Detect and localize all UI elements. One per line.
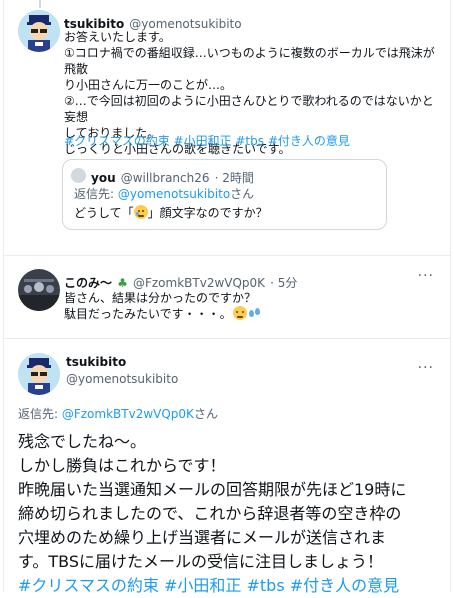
tweet-line: 締め切られましたので、これから辞退者等の空き枠の — [18, 504, 402, 523]
more-icon[interactable]: ··· — [418, 268, 434, 284]
tweet-time[interactable]: · 5分 — [270, 276, 297, 290]
author-name[interactable]: このみ〜 — [64, 276, 112, 290]
tweet-3[interactable]: tsukibito @yomenotsukibito ··· 返信先: @Fzo… — [4, 340, 450, 595]
quoted-tweet[interactable]: you @willbranch26 · 2時間 返信先: @yomenotsuk… — [62, 159, 387, 230]
thread-line — [39, 0, 41, 8]
clover-icon: ♣ — [117, 276, 128, 290]
author-name[interactable]: tsukibito — [66, 355, 178, 369]
avatar[interactable] — [18, 269, 60, 311]
tweet-2[interactable]: このみ〜 ♣ @FzomkBTv2wVQp0K · 5分 ··· 皆さん、結果は… — [4, 256, 450, 339]
tweet-line: 皆さん、結果は分かったのですか？ — [64, 291, 257, 305]
reply-to-link[interactable]: @FzomkBTv2wVQp0K — [62, 407, 194, 421]
tweet-line: しかし勝負はこれからです！ — [18, 456, 226, 475]
reply-prefix: 返信先: — [18, 407, 62, 421]
tired-face-icon — [232, 306, 247, 320]
timeline: tsukibito @yomenotsukibito お答えいたします。 ①コロ… — [3, 0, 451, 595]
tweet-body: 残念でしたね〜。 しかし勝負はこれからです！ 昨晩届いた当選通知メールの回答期限… — [18, 430, 406, 598]
divider — [4, 338, 450, 339]
avatar[interactable] — [18, 353, 60, 395]
quote-text-after: 」顔文字なのですか？ — [147, 206, 268, 220]
tweet-line: ②…で今回は初回のように小田さんひとりで歌われるのではないかと妄想 — [64, 94, 434, 124]
tweet-line: 駄目だったみたいです・・・。 — [64, 307, 232, 321]
quote-author-name: you — [91, 171, 116, 185]
avatar-photo — [18, 269, 60, 311]
tweet-line: 昨晩届いた当選通知メールの回答期限が先ほど19時に — [18, 480, 407, 499]
tweet-line: り小田さんに万一のことが…。 — [64, 78, 233, 92]
more-icon[interactable]: ··· — [418, 360, 434, 376]
quote-author-handle: @willbranch26 — [120, 171, 210, 185]
quote-avatar — [71, 168, 86, 183]
tweet-line: お答えいたします。 — [64, 30, 171, 44]
hashtags[interactable]: #クリスマスの約束 #小田和正 #tbs #付き人の意見 — [64, 133, 350, 149]
author-handle[interactable]: @yomenotsukibito — [66, 372, 178, 386]
tweet-line: ①コロナ禍での番組収録…いつものように複数のボーカルでは飛沫が飛散 — [64, 46, 435, 76]
tweet-line: 残念でしたね〜。 — [18, 432, 147, 451]
reply-to-link: @yomenotsukibito — [117, 187, 231, 201]
tweet-line: 穴埋めのため繰り上げ当選者にメールが送信されま — [18, 528, 387, 547]
hashtags[interactable]: #クリスマスの約束 #小田和正 #tbs #付き人の意見 — [18, 574, 406, 598]
avatar-illustration — [18, 10, 60, 52]
tweet-1[interactable]: tsukibito @yomenotsukibito お答えいたします。 ①コロ… — [4, 0, 450, 262]
avatar[interactable] — [18, 10, 60, 52]
tweet-line: す。TBSに届けたメールの受信に注目しましょう！ — [18, 552, 384, 571]
quote-text-before: どうして「 — [74, 206, 134, 220]
quote-time: · 2時間 — [214, 171, 254, 185]
sad-face-icon — [133, 205, 148, 219]
sweat-drops-icon — [247, 306, 261, 320]
reply-prefix: 返信先: — [74, 187, 118, 201]
reply-suffix: さん — [230, 187, 255, 201]
reply-suffix: さん — [193, 407, 218, 421]
avatar-illustration — [18, 353, 60, 395]
author-handle[interactable]: @FzomkBTv2wVQp0K — [133, 276, 265, 290]
